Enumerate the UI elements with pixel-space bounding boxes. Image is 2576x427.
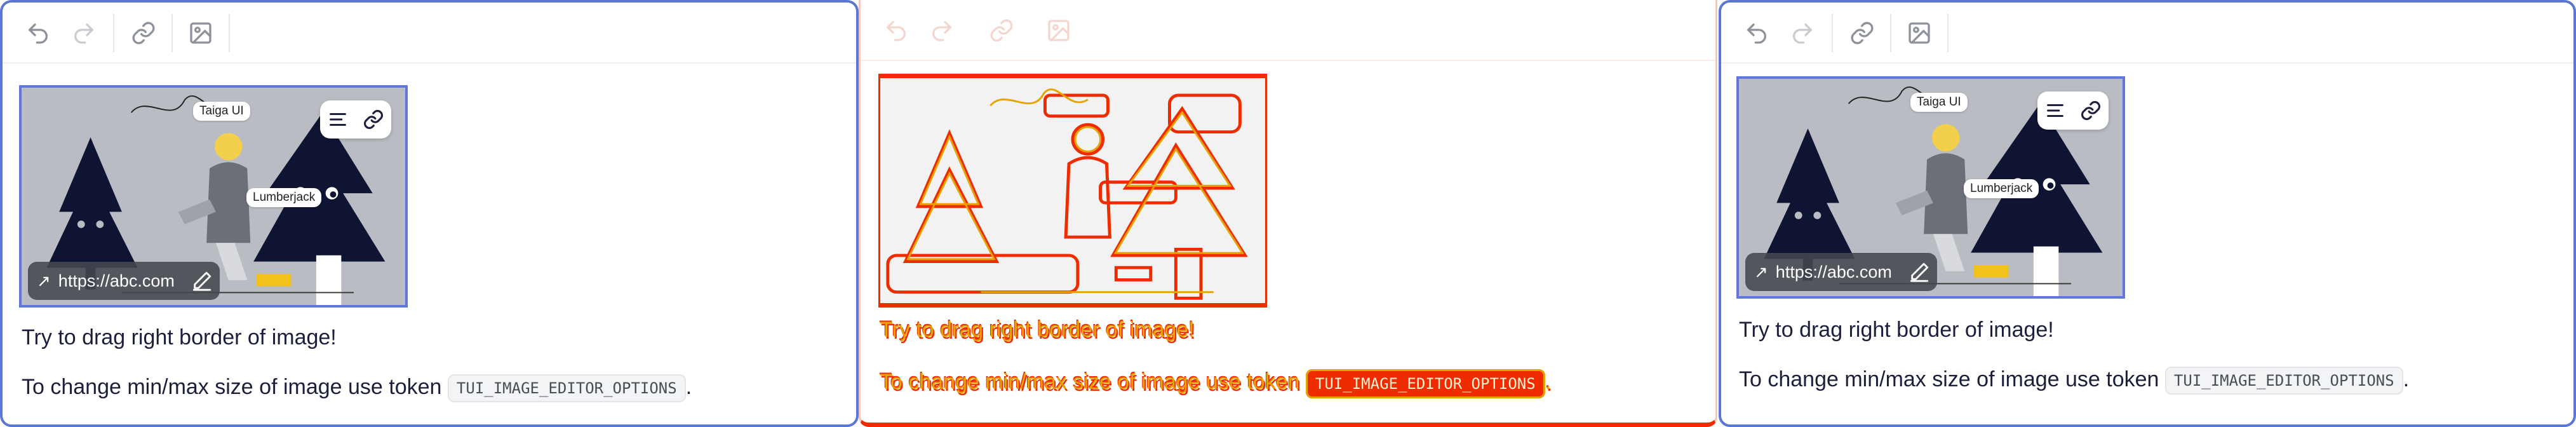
paragraph-token-hint: To change min/max size of image use toke… <box>880 369 1552 398</box>
editor-toolbar <box>3 3 856 64</box>
pencil-icon <box>1910 262 1929 282</box>
token-code: TUI_IMAGE_EDITOR_OPTIONS <box>447 374 686 403</box>
paragraph-drag-hint: Try to drag right border of image! <box>22 325 337 349</box>
image-link-url[interactable]: https://abc.com <box>58 271 175 291</box>
image-link-pill[interactable]: ↗ https://abc.com <box>1745 253 1937 291</box>
undo-button[interactable] <box>1741 18 1772 48</box>
redo-icon <box>74 24 93 44</box>
image-button[interactable] <box>1904 18 1935 48</box>
callout-lumberjack: Lumberjack <box>1964 179 2039 198</box>
link-icon[interactable] <box>2080 100 2102 121</box>
token-hint-prefix: To change min/max size of image use toke… <box>22 375 442 399</box>
link-icon <box>1851 22 1874 44</box>
undo-icon <box>29 24 48 44</box>
toolbar-divider <box>1890 14 1891 52</box>
align-icon[interactable] <box>327 109 349 130</box>
editor-image[interactable]: Taiga UI Lumberjack ↗ https://abc.com <box>19 85 408 308</box>
editor-toolbar <box>1721 3 2573 64</box>
editor-toolbar <box>861 0 1715 61</box>
token-code: TUI_IMAGE_EDITOR_OPTIONS <box>2164 367 2403 395</box>
image-button[interactable] <box>185 18 216 48</box>
redo-button[interactable] <box>69 18 99 48</box>
image-icon <box>1048 20 1070 41</box>
callout-lumberjack: Lumberjack <box>246 188 322 207</box>
token-hint-suffix: . <box>685 375 692 399</box>
redo-icon <box>932 21 951 41</box>
external-arrow-icon: ↗ <box>1754 262 1768 281</box>
toolbar-divider <box>229 14 230 52</box>
image-link-pill[interactable]: ↗ https://abc.com <box>28 262 220 300</box>
image-tools-panel <box>2037 92 2109 130</box>
editor-panel-actual: Taiga UI Lumberjack ↗ https://abc.com Tr… <box>1719 0 2576 427</box>
undo-icon <box>1747 24 1766 44</box>
lumberjack-illustration-diff <box>880 78 1265 303</box>
image-icon <box>1909 22 1930 44</box>
link-button[interactable] <box>986 15 1017 46</box>
pencil-icon <box>192 271 211 291</box>
link-icon[interactable] <box>363 109 384 130</box>
undo-button[interactable] <box>881 15 911 46</box>
toolbar-divider <box>171 14 173 52</box>
token-hint-prefix: To change min/max size of image use toke… <box>1739 367 2159 391</box>
redo-icon <box>1793 24 1812 44</box>
external-arrow-icon: ↗ <box>37 271 51 290</box>
editor-image-diff[interactable] <box>878 74 1267 308</box>
toolbar-divider <box>113 14 114 52</box>
editor-panel-expected: Taiga UI Lumberjack ↗ https://abc.com Tr… <box>0 0 859 427</box>
toolbar-divider <box>1947 14 1949 52</box>
undo-icon <box>887 21 906 41</box>
editor-panel-diff: Try to drag right border of image! To ch… <box>859 0 1717 427</box>
redo-button[interactable] <box>927 15 957 46</box>
callout-taiga: Taiga UI <box>1910 93 1968 112</box>
token-hint-suffix: . <box>2403 367 2410 391</box>
token-code: TUI_IMAGE_EDITOR_OPTIONS <box>1305 369 1545 398</box>
token-hint-prefix: To change min/max size of image use toke… <box>880 370 1300 394</box>
paragraph-drag-hint: Try to drag right border of image! <box>1739 318 2054 342</box>
toolbar-divider <box>1832 14 1833 52</box>
token-hint-suffix: . <box>1545 370 1552 394</box>
link-button[interactable] <box>128 18 159 48</box>
image-button[interactable] <box>1043 15 1074 46</box>
paragraph-drag-hint: Try to drag right border of image! <box>880 318 1195 342</box>
edit-link-button[interactable] <box>1909 261 1930 283</box>
edit-link-button[interactable] <box>191 270 213 292</box>
undo-button[interactable] <box>23 18 53 48</box>
image-icon <box>190 22 211 44</box>
editor-image[interactable]: Taiga UI Lumberjack ↗ https://abc.com <box>1736 76 2125 299</box>
image-tools-panel <box>320 100 391 139</box>
link-icon <box>132 22 155 44</box>
link-icon <box>990 19 1013 42</box>
link-button[interactable] <box>1847 18 1877 48</box>
paragraph-token-hint: To change min/max size of image use toke… <box>1739 367 2410 395</box>
callout-taiga: Taiga UI <box>193 102 250 121</box>
align-icon[interactable] <box>2044 100 2066 121</box>
redo-button[interactable] <box>1787 18 1818 48</box>
paragraph-token-hint: To change min/max size of image use toke… <box>22 374 692 403</box>
image-link-url[interactable]: https://abc.com <box>1776 262 1892 282</box>
